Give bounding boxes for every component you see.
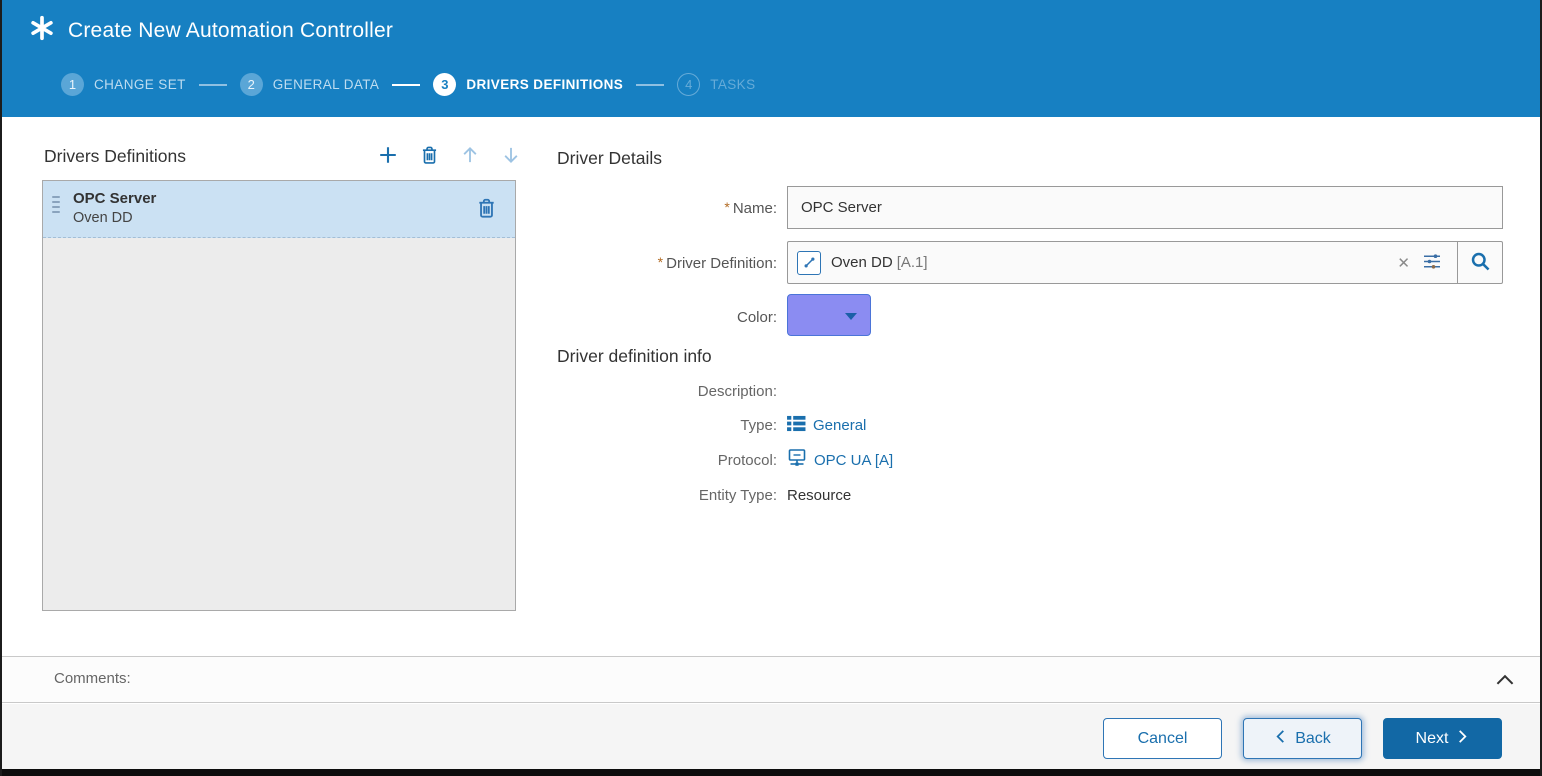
cancel-button[interactable]: Cancel bbox=[1103, 718, 1222, 759]
drivers-definitions-list: OPC Server Oven DD bbox=[42, 180, 516, 611]
delete-driver-button[interactable] bbox=[417, 143, 441, 169]
search-driver-definition-button[interactable] bbox=[1457, 242, 1502, 283]
type-link[interactable]: General bbox=[813, 417, 866, 434]
step-number: 3 bbox=[433, 73, 456, 96]
step-tasks: 4 TASKS bbox=[677, 73, 755, 96]
driver-definition-value: Oven DD[A.1] bbox=[831, 254, 1391, 271]
entity-type-row: Entity Type: Resource bbox=[557, 482, 1503, 508]
description-row: Description: bbox=[557, 378, 1503, 404]
trash-icon bbox=[475, 208, 498, 223]
driver-definition-picker[interactable]: Oven DD[A.1] ✕ bbox=[787, 241, 1503, 284]
step-label: DRIVERS DEFINITIONS bbox=[466, 77, 623, 92]
name-row: *Name: bbox=[557, 186, 1503, 229]
delete-item-button[interactable] bbox=[475, 196, 498, 223]
description-label: Description: bbox=[557, 383, 787, 400]
filter-settings-button[interactable] bbox=[1416, 248, 1451, 278]
plus-icon bbox=[377, 144, 399, 169]
step-connector bbox=[199, 84, 227, 86]
type-row: Type: General bbox=[557, 412, 1503, 438]
protocol-link[interactable]: OPC UA [A] bbox=[814, 452, 893, 469]
driver-item-name: OPC Server bbox=[73, 190, 156, 207]
step-label: TASKS bbox=[710, 77, 755, 92]
required-marker: * bbox=[658, 254, 663, 270]
step-number: 2 bbox=[240, 73, 263, 96]
sliders-icon bbox=[1422, 259, 1443, 274]
arrow-up-icon bbox=[460, 144, 480, 169]
add-driver-button[interactable] bbox=[376, 143, 400, 169]
drivers-definitions-title: Drivers Definitions bbox=[44, 146, 186, 167]
color-label: Color: bbox=[557, 309, 787, 326]
wizard-header: Create New Automation Controller 1 CHANG… bbox=[2, 0, 1540, 117]
chevron-up-icon bbox=[1492, 681, 1518, 696]
step-change-set[interactable]: 1 CHANGE SET bbox=[61, 73, 186, 96]
driver-definition-info-title: Driver definition info bbox=[557, 346, 712, 367]
step-connector bbox=[392, 84, 420, 86]
driver-list-item[interactable]: OPC Server Oven DD bbox=[43, 181, 515, 238]
dialog-title: Create New Automation Controller bbox=[68, 19, 393, 43]
type-value: General bbox=[787, 415, 866, 436]
driver-definition-label: *Driver Definition: bbox=[557, 254, 787, 272]
next-button-label: Next bbox=[1416, 730, 1449, 748]
step-label: CHANGE SET bbox=[94, 77, 186, 92]
step-number: 4 bbox=[677, 73, 700, 96]
protocol-value: OPC UA [A] bbox=[787, 448, 893, 473]
entity-type-label: Entity Type: bbox=[557, 487, 787, 504]
step-general-data[interactable]: 2 GENERAL DATA bbox=[240, 73, 380, 96]
step-drivers-definitions[interactable]: 3 DRIVERS DEFINITIONS bbox=[433, 73, 623, 96]
drag-handle-icon[interactable] bbox=[52, 196, 60, 213]
chevron-right-icon bbox=[1456, 729, 1469, 749]
type-label: Type: bbox=[557, 417, 787, 434]
comments-label: Comments: bbox=[54, 670, 131, 687]
color-picker-button[interactable] bbox=[787, 294, 871, 336]
protocol-row: Protocol: OPC UA [A] bbox=[557, 447, 1503, 473]
next-button[interactable]: Next bbox=[1383, 718, 1502, 759]
move-up-button[interactable] bbox=[458, 143, 482, 169]
collapse-comments-button[interactable] bbox=[1492, 667, 1518, 696]
network-monitor-icon bbox=[787, 448, 807, 473]
protocol-label: Protocol: bbox=[557, 452, 787, 469]
step-label: GENERAL DATA bbox=[273, 77, 380, 92]
move-down-button[interactable] bbox=[499, 143, 523, 169]
link-icon bbox=[797, 251, 821, 275]
create-automation-controller-dialog: Create New Automation Controller 1 CHANG… bbox=[0, 0, 1542, 776]
window-bottom-edge bbox=[2, 769, 1540, 776]
asterisk-icon bbox=[29, 15, 55, 46]
driver-definition-row: *Driver Definition: Oven DD[A.1] ✕ bbox=[557, 241, 1503, 284]
color-row: Color: bbox=[557, 296, 1503, 338]
trash-icon bbox=[419, 144, 440, 169]
search-icon bbox=[1469, 250, 1492, 276]
comments-bar[interactable]: Comments: bbox=[2, 656, 1540, 703]
driver-details-title: Driver Details bbox=[557, 148, 662, 169]
cancel-button-label: Cancel bbox=[1138, 730, 1188, 748]
entity-type-value: Resource bbox=[787, 487, 851, 504]
driver-definition-revision: [A.1] bbox=[897, 254, 928, 271]
x-icon: ✕ bbox=[1397, 255, 1410, 272]
chevron-left-icon bbox=[1274, 729, 1287, 749]
back-button-label: Back bbox=[1295, 730, 1331, 748]
list-type-icon bbox=[787, 415, 806, 436]
name-label: *Name: bbox=[557, 199, 787, 217]
required-marker: * bbox=[724, 199, 729, 215]
driver-item-definition: Oven DD bbox=[73, 210, 133, 226]
step-connector bbox=[636, 84, 664, 86]
drivers-list-toolbar bbox=[376, 143, 523, 169]
step-number: 1 bbox=[61, 73, 84, 96]
name-input[interactable] bbox=[787, 186, 1503, 229]
caret-down-icon bbox=[845, 313, 857, 320]
arrow-down-icon bbox=[501, 144, 521, 169]
wizard-steps: 1 CHANGE SET 2 GENERAL DATA 3 DRIVERS DE… bbox=[61, 73, 755, 96]
dialog-footer: Cancel Back Next bbox=[2, 704, 1540, 769]
clear-selection-button[interactable]: ✕ bbox=[1391, 250, 1416, 276]
back-button[interactable]: Back bbox=[1243, 718, 1362, 759]
